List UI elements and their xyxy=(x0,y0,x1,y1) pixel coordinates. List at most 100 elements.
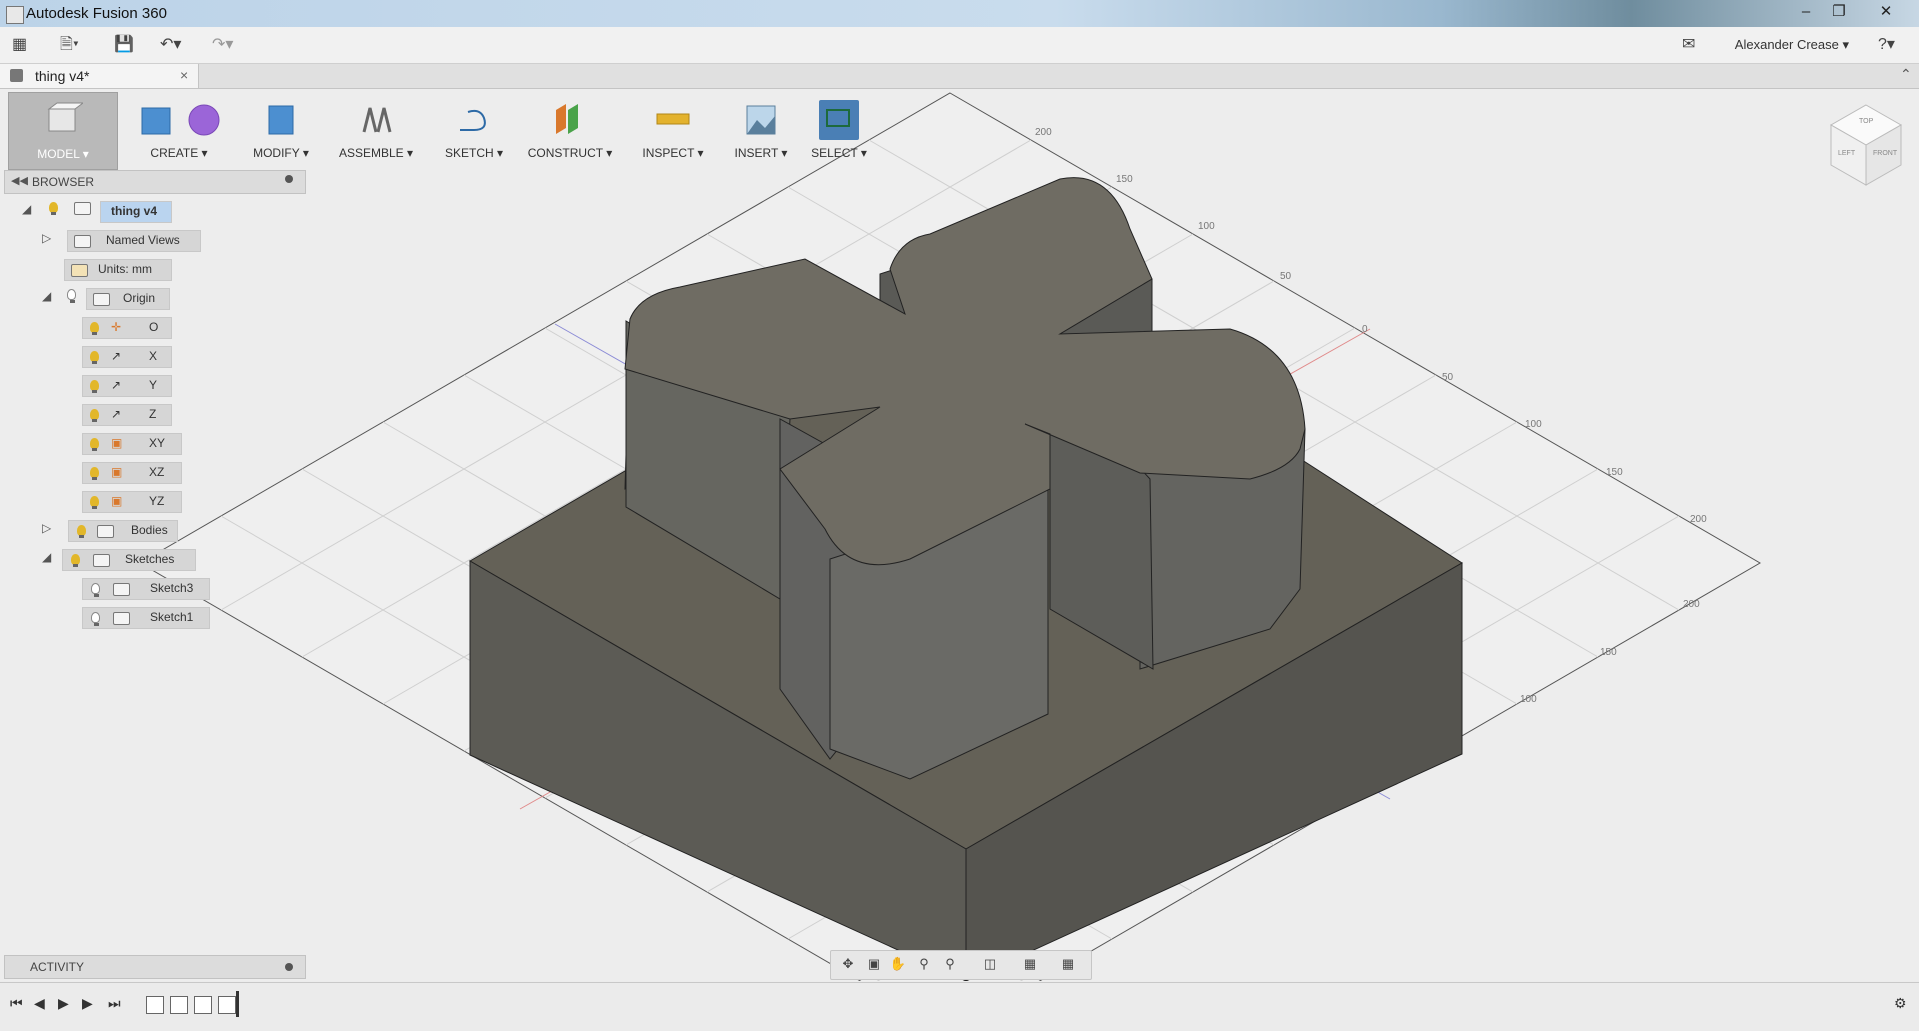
view-cube-top-label[interactable]: TOP xyxy=(1859,118,1873,125)
zoom-icon[interactable]: ⚲ xyxy=(915,956,933,972)
assemble-menu-button[interactable]: ASSEMBLE ▾ xyxy=(326,92,426,168)
visibility-bulb-icon[interactable] xyxy=(71,554,80,567)
look-at-icon[interactable]: ▣ xyxy=(865,956,883,972)
visibility-bulb-icon[interactable] xyxy=(90,467,99,480)
timeline-marker[interactable] xyxy=(236,991,239,1017)
yz-plane-chip[interactable]: ▣ YZ xyxy=(82,491,182,513)
visibility-bulb-icon[interactable] xyxy=(90,351,99,364)
visibility-bulb-off-icon[interactable] xyxy=(67,289,76,303)
visibility-bulb-icon[interactable] xyxy=(90,409,99,422)
grid-settings-icon[interactable]: ▦ xyxy=(1021,956,1039,972)
select-menu-button[interactable]: SELECT ▾ xyxy=(804,92,874,168)
sketch1-chip[interactable]: Sketch1 xyxy=(82,607,210,629)
root-component-chip[interactable]: thing v4 xyxy=(100,201,172,223)
play-icon[interactable]: ▶ xyxy=(58,995,69,1012)
view-cube[interactable]: TOP LEFT FRONT xyxy=(1826,100,1906,190)
tree-row-named-views[interactable]: ▷ Named Views xyxy=(4,227,304,252)
view-cube-front-label[interactable]: FRONT xyxy=(1873,150,1897,157)
modify-menu-button[interactable]: MODIFY ▾ xyxy=(240,92,322,168)
fit-icon[interactable]: ⚲ xyxy=(941,956,959,972)
collapse-browser-icon[interactable]: ◀◀ xyxy=(11,174,28,187)
timeline-sketch-feature-icon[interactable] xyxy=(194,996,212,1014)
browser-header[interactable]: ◀◀ BROWSER xyxy=(4,170,306,194)
step-back-icon[interactable]: ◀ xyxy=(34,995,45,1012)
view-cube-graphic[interactable] xyxy=(1826,100,1906,190)
timeline-sketch-feature-icon[interactable] xyxy=(146,996,164,1014)
undo-icon[interactable]: ↶▾ xyxy=(160,35,181,55)
tree-row-units[interactable]: Units: mm xyxy=(4,256,304,281)
pan-icon[interactable]: ✋ xyxy=(889,956,907,972)
inspect-menu-button[interactable]: INSPECT ▾ xyxy=(628,92,718,168)
activity-pin-icon[interactable] xyxy=(285,963,293,971)
tree-row-sketches[interactable]: ◢ Sketches xyxy=(4,546,304,571)
sketch-menu-button[interactable]: SKETCH ▾ xyxy=(432,92,516,168)
user-menu[interactable]: Alexander Crease ▾ xyxy=(1735,37,1849,53)
tree-row-bodies[interactable]: ▷ Bodies xyxy=(4,517,304,542)
tree-row-x-axis[interactable]: ↗ X xyxy=(4,343,304,368)
notifications-icon[interactable]: ✉ xyxy=(1682,35,1695,55)
viewports-icon[interactable]: ▦ xyxy=(1059,956,1077,972)
y-axis-chip[interactable]: ↗ Y xyxy=(82,375,172,397)
help-icon[interactable]: ?▾ xyxy=(1878,35,1895,55)
expand-triangle-icon[interactable]: ◢ xyxy=(42,289,51,303)
expand-triangle-icon[interactable]: ◢ xyxy=(22,202,31,216)
display-settings-icon[interactable]: ◫ xyxy=(981,956,999,972)
activity-panel[interactable]: ACTIVITY xyxy=(4,955,306,979)
collapse-chevron-icon[interactable]: ⌃ xyxy=(1900,66,1912,83)
minimize-button[interactable]: – xyxy=(1792,2,1820,22)
tree-row-origin-point[interactable]: ✛ O xyxy=(4,314,304,339)
document-tab[interactable]: thing v4* × xyxy=(0,64,199,88)
close-window-button[interactable]: ✕ xyxy=(1872,2,1900,22)
step-forward-icon[interactable]: ▶ xyxy=(82,995,93,1012)
tree-row-origin[interactable]: ◢ Origin xyxy=(4,285,304,310)
go-to-start-icon[interactable]: ⏮ xyxy=(10,995,23,1012)
tree-row-xy-plane[interactable]: ▣ XY xyxy=(4,430,304,455)
expand-triangle-icon[interactable]: ◢ xyxy=(42,550,51,564)
tree-row-y-axis[interactable]: ↗ Y xyxy=(4,372,304,397)
model-workspace-button[interactable]: MODEL ▾ xyxy=(8,92,118,170)
create-menu-button[interactable]: CREATE ▾ xyxy=(128,92,230,168)
z-axis-chip[interactable]: ↗ Z xyxy=(82,404,172,426)
apps-grid-icon[interactable]: ▦ xyxy=(12,35,27,55)
save-icon[interactable]: 💾 xyxy=(114,35,134,55)
visibility-bulb-icon[interactable] xyxy=(49,202,58,215)
visibility-bulb-off-icon[interactable] xyxy=(91,583,100,597)
visibility-bulb-off-icon[interactable] xyxy=(91,612,100,626)
visibility-bulb-icon[interactable] xyxy=(90,438,99,451)
orbit-icon[interactable]: ✥ xyxy=(839,956,857,972)
expand-triangle-icon[interactable]: ▷ xyxy=(42,231,51,245)
tree-row-yz-plane[interactable]: ▣ YZ xyxy=(4,488,304,513)
visibility-bulb-icon[interactable] xyxy=(77,525,86,538)
timeline-settings-gear-icon[interactable]: ⚙ xyxy=(1894,995,1907,1012)
construct-menu-button[interactable]: CONSTRUCT ▾ xyxy=(520,92,620,168)
tree-row-sketch1[interactable]: Sketch1 xyxy=(4,604,304,629)
sketch3-chip[interactable]: Sketch3 xyxy=(82,578,210,600)
visibility-bulb-icon[interactable] xyxy=(90,380,99,393)
units-chip[interactable]: Units: mm xyxy=(64,259,172,281)
timeline-extrude-feature-icon[interactable] xyxy=(218,996,236,1014)
tree-row-xz-plane[interactable]: ▣ XZ xyxy=(4,459,304,484)
x-axis-chip[interactable]: ↗ X xyxy=(82,346,172,368)
xy-plane-chip[interactable]: ▣ XY xyxy=(82,433,182,455)
timeline-extrude-feature-icon[interactable] xyxy=(170,996,188,1014)
visibility-bulb-icon[interactable] xyxy=(90,496,99,509)
expand-triangle-icon[interactable]: ▷ xyxy=(42,521,51,535)
visibility-bulb-icon[interactable] xyxy=(90,322,99,335)
origin-chip[interactable]: Origin xyxy=(86,288,170,310)
insert-menu-button[interactable]: INSERT ▾ xyxy=(720,92,802,168)
tree-row-sketch3[interactable]: Sketch3 xyxy=(4,575,304,600)
tree-row-root[interactable]: ◢ thing v4 xyxy=(4,198,304,223)
file-menu-icon[interactable]: 🗎▾ xyxy=(60,35,79,55)
redo-icon[interactable]: ↷▾ xyxy=(212,35,233,55)
go-to-end-icon[interactable]: ⏭ xyxy=(108,995,121,1012)
close-tab-icon[interactable]: × xyxy=(180,67,188,83)
xz-plane-chip[interactable]: ▣ XZ xyxy=(82,462,182,484)
tree-row-z-axis[interactable]: ↗ Z xyxy=(4,401,304,426)
restore-button[interactable]: ❐ xyxy=(1825,2,1853,22)
origin-point-chip[interactable]: ✛ O xyxy=(82,317,172,339)
sketches-chip[interactable]: Sketches xyxy=(62,549,196,571)
named-views-chip[interactable]: Named Views xyxy=(67,230,201,252)
view-cube-left-label[interactable]: LEFT xyxy=(1838,150,1855,157)
browser-pin-icon[interactable] xyxy=(285,175,293,183)
bodies-chip[interactable]: Bodies xyxy=(68,520,178,542)
